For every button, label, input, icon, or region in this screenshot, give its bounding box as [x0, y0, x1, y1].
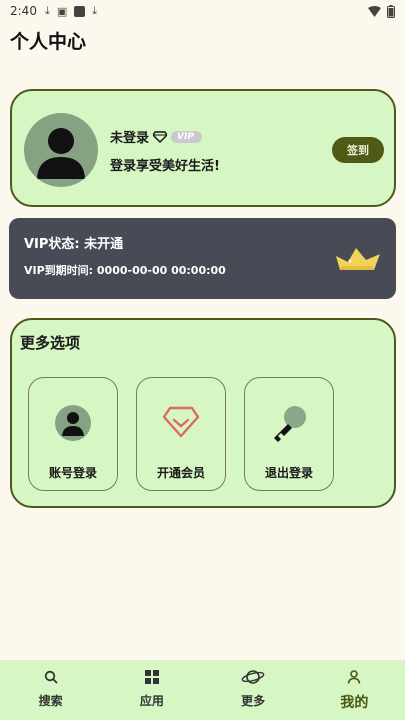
download-icon: ⤓ — [92, 4, 98, 17]
username: 未登录 — [110, 131, 150, 146]
options-title: 更多选项 — [20, 334, 81, 352]
vip-status: VIP状态: 未开通 — [24, 237, 124, 252]
planet-icon — [241, 670, 265, 684]
battery-icon — [387, 4, 395, 18]
vip-status-card[interactable]: VIP状态: 未开通 VIP到期时间: 0000-00-00 00:00:00 — [9, 218, 396, 299]
page-title: 个人中心 — [10, 31, 87, 53]
nav-label: 我的 — [340, 695, 369, 711]
nav-label: 搜索 — [38, 694, 63, 708]
nav-item-mine[interactable]: 我的 — [304, 660, 405, 720]
diamond-icon — [153, 130, 168, 143]
profile-card: 未登录 VIP 登录享受美好生活! 签到 — [10, 89, 396, 207]
more-options-card: 更多选项 账号登录 开通会员 退出登录 — [10, 318, 396, 508]
signin-button[interactable]: 签到 — [332, 137, 384, 163]
nav-item-more[interactable]: 更多 — [203, 660, 304, 720]
avatar[interactable] — [24, 113, 98, 187]
search-icon — [44, 670, 58, 684]
vip-badge: VIP — [171, 130, 202, 143]
nav-item-apps[interactable]: 应用 — [101, 660, 202, 720]
vip-expire-time: VIP到期时间: 0000-00-00 00:00:00 — [24, 264, 226, 277]
status-time: 2:40 — [10, 4, 37, 18]
app-notification-icon — [74, 5, 86, 17]
nav-item-search[interactable]: 搜索 — [0, 660, 101, 720]
nav-label: 更多 — [241, 694, 266, 708]
user-avatar-icon — [37, 128, 85, 179]
bottom-nav: 搜索 应用 更多 我的 — [0, 660, 405, 720]
option-label: 退出登录 — [264, 466, 313, 480]
option-label: 开通会员 — [156, 466, 205, 480]
notification-icon: ▣ — [56, 4, 68, 18]
user-avatar-icon — [55, 405, 91, 441]
download-icon: ⤓ — [44, 4, 50, 17]
apps-icon — [144, 670, 159, 684]
person-icon — [348, 670, 361, 684]
key-icon — [274, 406, 306, 442]
option-account-login[interactable]: 账号登录 — [28, 377, 118, 491]
option-label: 账号登录 — [48, 466, 97, 480]
option-logout[interactable]: 退出登录 — [244, 377, 334, 491]
option-open-vip[interactable]: 开通会员 — [136, 377, 226, 491]
wifi-icon — [368, 5, 381, 17]
username-row: 未登录 VIP — [110, 127, 202, 146]
crown-icon — [336, 248, 380, 270]
status-bar: 2:40 ⤓ ▣ ⤓ — [0, 0, 405, 22]
diamond-icon — [162, 406, 200, 438]
nav-label: 应用 — [139, 694, 164, 708]
slogan: 登录享受美好生活! — [110, 159, 220, 174]
